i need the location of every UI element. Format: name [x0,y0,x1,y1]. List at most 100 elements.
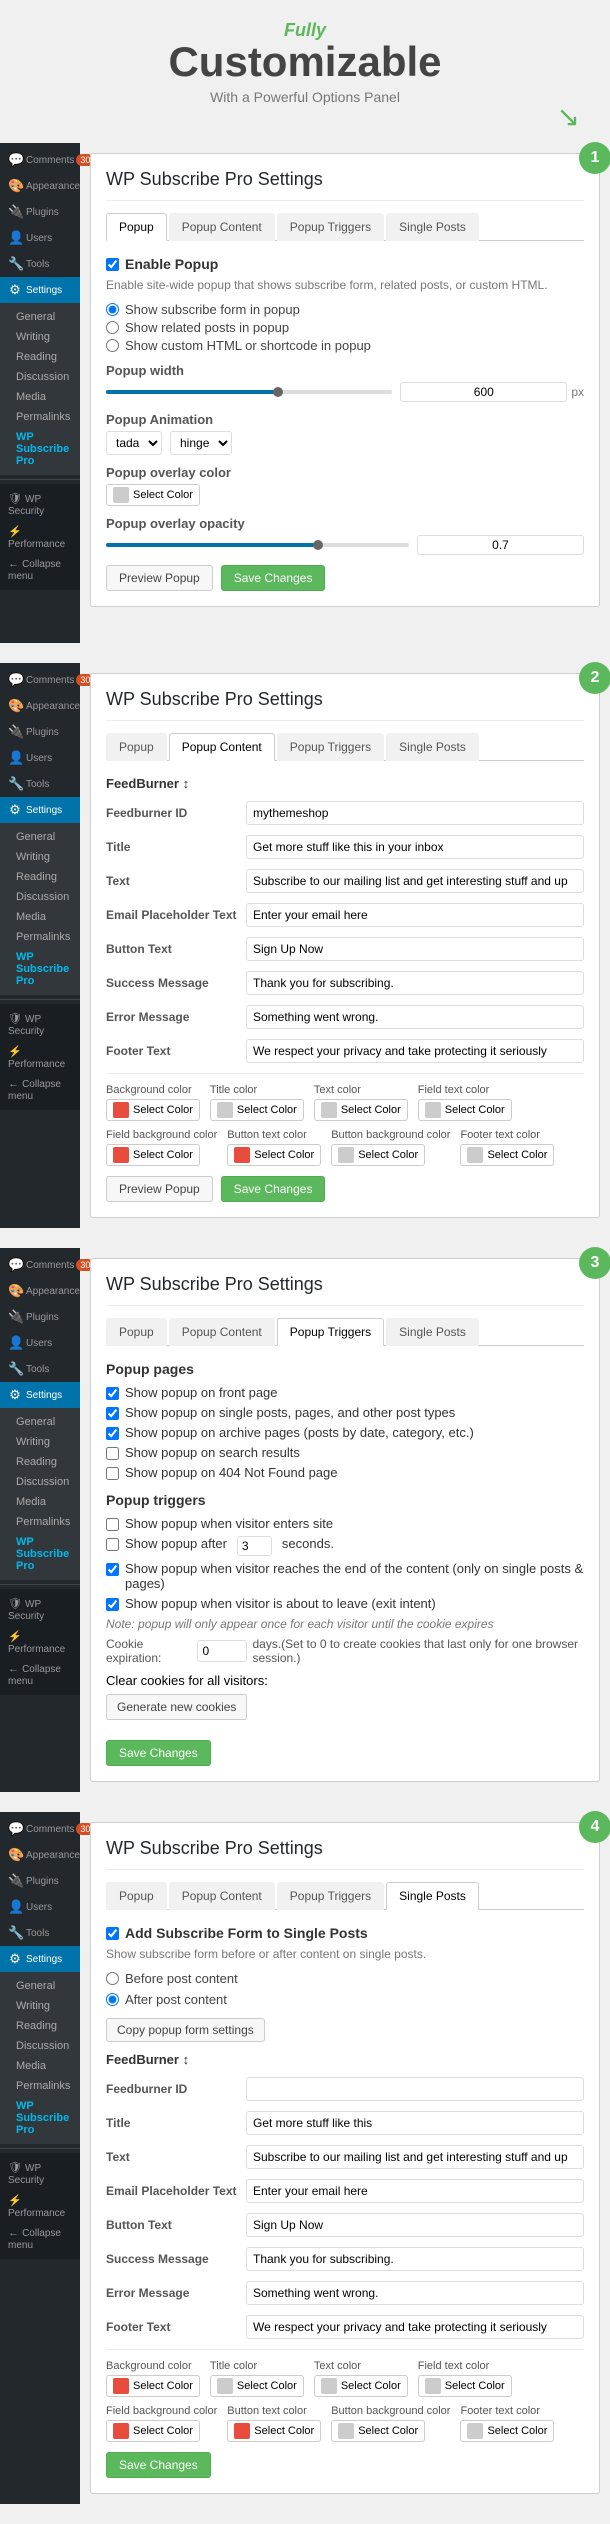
save-changes-button-4[interactable]: Save Changes [106,2452,211,2478]
sidebar-bottom-wp-security[interactable]: 🛡 WP Security [0,1008,80,1041]
tab-single-posts[interactable]: Single Posts [386,1882,479,1910]
sidebar-sub-item-permalinks[interactable]: Permalinks [0,927,80,947]
page-checkbox-1[interactable] [106,1407,119,1420]
save-changes-button-2[interactable]: Save Changes [221,1176,326,1202]
page-checkbox-2[interactable] [106,1427,119,1440]
field-input-0[interactable] [246,2077,584,2101]
tab-popup-content[interactable]: Popup Content [169,1318,275,1346]
tab-popup-triggers[interactable]: Popup Triggers [277,733,384,761]
tab-popup-triggers[interactable]: Popup Triggers [277,1318,384,1346]
tab-popup-content[interactable]: Popup Content [169,213,275,241]
sidebar-item-settings[interactable]: ⚙ Settings [0,1382,80,1408]
slider-track-opacity[interactable] [106,543,409,547]
page-checkbox-3[interactable] [106,1447,119,1460]
color-select-btn-7[interactable]: Select Color [460,1144,554,1166]
sidebar-sub-item-permalinks[interactable]: Permalinks [0,407,80,427]
preview-popup-button-1[interactable]: Preview Popup [106,565,213,591]
field-input-3[interactable] [246,903,584,927]
tab-popup[interactable]: Popup [106,1882,167,1910]
tab-single-posts[interactable]: Single Posts [386,733,479,761]
sidebar-item-plugins[interactable]: 🔌 Plugins [0,1868,80,1894]
sidebar-item-tools[interactable]: 🔧 Tools [0,1920,80,1946]
sidebar-item-comments[interactable]: 💬 Comments 30 [0,1816,80,1842]
color-select-btn-2[interactable]: Select Color [314,1099,408,1121]
sidebar-bottom-collapse-menu[interactable]: ← Collapse menu [0,1659,80,1691]
sidebar-sub-item-general[interactable]: General [0,827,80,847]
field-input-4[interactable] [246,2213,584,2237]
sidebar-sub-item-general[interactable]: General [0,307,80,327]
sidebar-sub-item-media[interactable]: Media [0,387,80,407]
sidebar-item-settings[interactable]: ⚙ Settings [0,277,80,303]
color-select-btn-6[interactable]: Select Color [331,1144,425,1166]
color-select-btn-3[interactable]: Select Color [418,1099,512,1121]
sidebar-sub-item-discussion[interactable]: Discussion [0,2036,80,2056]
radio-input-2[interactable] [106,339,119,352]
color-select-btn-0[interactable]: Select Color [106,1099,200,1121]
sidebar-sub-item-writing[interactable]: Writing [0,847,80,867]
field-input-1[interactable] [246,2111,584,2135]
tab-popup-content[interactable]: Popup Content [169,1882,275,1910]
radio-input-0[interactable] [106,303,119,316]
sidebar-bottom-performance[interactable]: ⚡ Performance [0,521,80,554]
sidebar-bottom-performance[interactable]: ⚡ Performance [0,2190,80,2223]
field-input-5[interactable] [246,2247,584,2271]
sidebar-item-appearance[interactable]: 🎨 Appearance [0,173,80,199]
sidebar-item-comments[interactable]: 💬 Comments 30 [0,667,80,693]
sidebar-item-users[interactable]: 👤 Users [0,745,80,771]
sidebar-item-appearance[interactable]: 🎨 Appearance [0,1842,80,1868]
tab-single-posts[interactable]: Single Posts [386,213,479,241]
tab-popup-content[interactable]: Popup Content [169,733,275,761]
color-select-btn-1[interactable]: Select Color [210,1099,304,1121]
trigger-delay-input[interactable] [237,1536,272,1556]
trigger-checkbox-0[interactable] [106,1518,119,1531]
color-select-btn-0[interactable]: Select Color [106,2375,200,2397]
sidebar-item-users[interactable]: 👤 Users [0,1894,80,1920]
popup-width-input[interactable] [400,382,567,402]
sidebar-sub-item-reading[interactable]: Reading [0,2016,80,2036]
sidebar-item-users[interactable]: 👤 Users [0,225,80,251]
sidebar-bottom-collapse-menu[interactable]: ← Collapse menu [0,554,80,586]
sidebar-bottom-collapse-menu[interactable]: ← Collapse menu [0,1074,80,1106]
color-select-btn-4[interactable]: Select Color [106,2420,200,2442]
sidebar-bottom-performance[interactable]: ⚡ Performance [0,1626,80,1659]
tab-popup[interactable]: Popup [106,733,167,761]
tab-popup[interactable]: Popup [106,213,167,241]
overlay-color-btn[interactable]: Select Color [106,484,200,506]
sidebar-item-appearance[interactable]: 🎨 Appearance [0,693,80,719]
slider-thumb-opacity[interactable] [313,540,323,550]
trigger-checkbox-1[interactable] [106,1538,119,1551]
color-select-btn-1[interactable]: Select Color [210,2375,304,2397]
color-select-btn-3[interactable]: Select Color [418,2375,512,2397]
sidebar-sub-item-permalinks[interactable]: Permalinks [0,1512,80,1532]
sidebar-item-plugins[interactable]: 🔌 Plugins [0,719,80,745]
copy-settings-button[interactable]: Copy popup form settings [106,2018,265,2042]
sidebar-sub-item-reading[interactable]: Reading [0,347,80,367]
save-changes-button-1[interactable]: Save Changes [221,565,326,591]
tab-popup-triggers[interactable]: Popup Triggers [277,213,384,241]
animation-select-2[interactable]: hinge [170,431,232,455]
field-input-4[interactable] [246,937,584,961]
sidebar-sub-item-writing[interactable]: Writing [0,1432,80,1452]
preview-popup-button-2[interactable]: Preview Popup [106,1176,213,1202]
field-input-7[interactable] [246,1039,584,1063]
sidebar-sub-item-permalinks[interactable]: Permalinks [0,2076,80,2096]
sidebar-item-users[interactable]: 👤 Users [0,1330,80,1356]
sidebar-sub-item-wp-subscribe-pro[interactable]: WP Subscribe Pro [0,1532,80,1576]
sidebar-item-comments[interactable]: 💬 Comments 30 [0,1252,80,1278]
sidebar-sub-item-wp-subscribe-pro[interactable]: WP Subscribe Pro [0,2096,80,2140]
color-select-btn-4[interactable]: Select Color [106,1144,200,1166]
slider-thumb-width[interactable] [273,387,283,397]
trigger-checkbox-2[interactable] [106,1563,119,1576]
animation-select-1[interactable]: tada [106,431,162,455]
sidebar-item-comments[interactable]: 💬 Comments 30 [0,147,80,173]
sidebar-bottom-wp-security[interactable]: 🛡 WP Security [0,488,80,521]
position-radio-input-0[interactable] [106,1972,119,1985]
sidebar-item-plugins[interactable]: 🔌 Plugins [0,1304,80,1330]
cookie-days-input[interactable] [197,1640,247,1662]
overlay-opacity-input[interactable] [417,535,584,555]
color-select-btn-5[interactable]: Select Color [227,1144,321,1166]
page-checkbox-4[interactable] [106,1467,119,1480]
sidebar-sub-item-general[interactable]: General [0,1976,80,1996]
color-select-btn-7[interactable]: Select Color [460,2420,554,2442]
tab-single-posts[interactable]: Single Posts [386,1318,479,1346]
